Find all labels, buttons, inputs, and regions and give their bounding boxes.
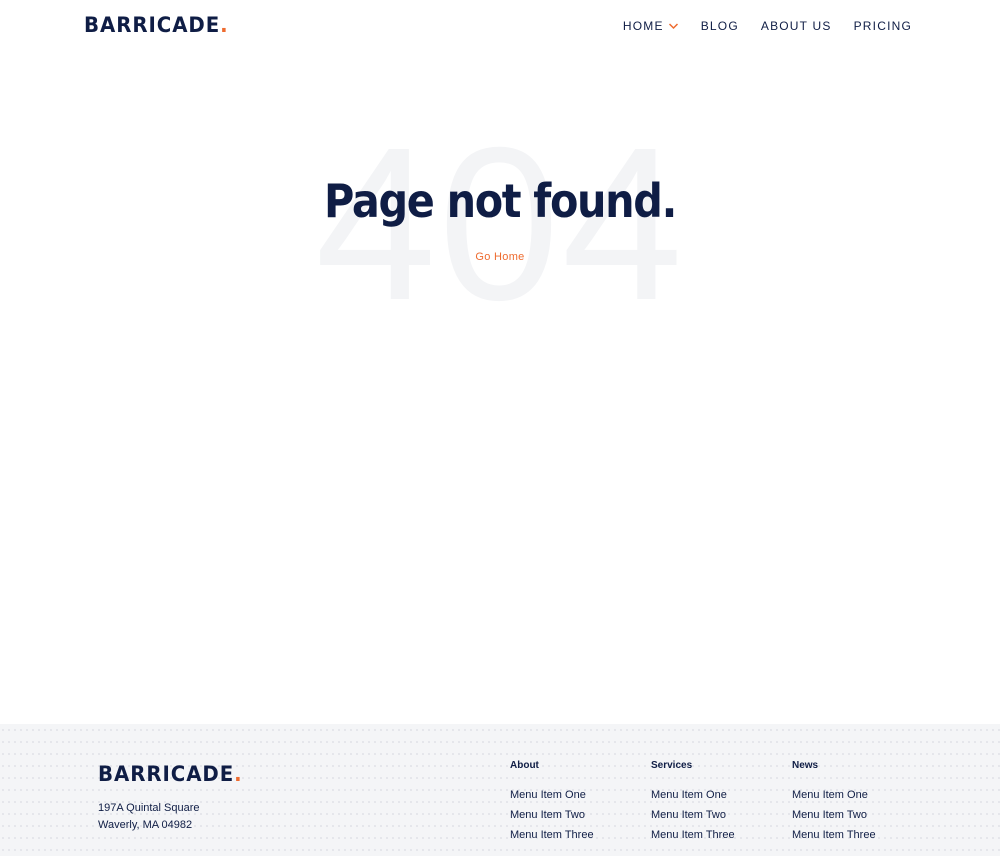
- footer-column-news: News Menu Item One Menu Item Two Menu It…: [792, 760, 876, 845]
- footer-menu-item[interactable]: Menu Item One: [651, 785, 735, 805]
- nav-item-about-us[interactable]: ABOUT US: [761, 19, 832, 33]
- nav-item-blog[interactable]: BLOG: [701, 19, 739, 33]
- nav-item-home[interactable]: HOME: [623, 19, 679, 33]
- site-footer: BARRICADE. 197A Quintal Square Waverly, …: [0, 724, 1000, 856]
- chevron-down-icon: [668, 23, 678, 30]
- logo-text: BARRICADE: [84, 13, 221, 37]
- footer-menu: Menu Item One Menu Item Two Menu Item Th…: [651, 785, 735, 845]
- page-title: Page not found.: [324, 174, 677, 228]
- main-nav: HOME BLOG ABOUT US PRICING: [623, 19, 912, 33]
- nav-item-label: ABOUT US: [760, 19, 832, 33]
- nav-item-label: HOME: [622, 19, 664, 33]
- footer-logo[interactable]: BARRICADE.: [98, 762, 243, 786]
- logo-dot: .: [220, 13, 229, 37]
- not-found-section: 404 Page not found. Go Home: [0, 116, 1000, 334]
- footer-address: 197A Quintal Square Waverly, MA 04982: [98, 800, 200, 834]
- footer-column-heading: About: [510, 760, 539, 771]
- footer-menu: Menu Item One Menu Item Two Menu Item Th…: [792, 785, 876, 845]
- go-home-link[interactable]: Go Home: [475, 251, 524, 263]
- nav-item-label: PRICING: [853, 19, 912, 33]
- footer-menu-item[interactable]: Menu Item Three: [651, 825, 735, 845]
- footer-menu-item[interactable]: Menu Item Three: [792, 825, 876, 845]
- footer-menu-item[interactable]: Menu Item One: [792, 785, 876, 805]
- footer-menu-item[interactable]: Menu Item Two: [792, 805, 876, 825]
- go-home-row: Go Home: [0, 251, 1000, 263]
- footer-column-heading: News: [792, 760, 819, 771]
- logo-text: BARRICADE: [98, 762, 235, 786]
- footer-menu-item[interactable]: Menu Item Three: [510, 825, 594, 845]
- footer-menu-item[interactable]: Menu Item Two: [510, 805, 594, 825]
- footer-column-about: About Menu Item One Menu Item Two Menu I…: [510, 760, 594, 845]
- footer-menu-item[interactable]: Menu Item Two: [651, 805, 735, 825]
- footer-menu-item[interactable]: Menu Item One: [510, 785, 594, 805]
- footer-column-services: Services Menu Item One Menu Item Two Men…: [651, 760, 735, 845]
- nav-item-label: BLOG: [700, 19, 739, 33]
- footer-menu: Menu Item One Menu Item Two Menu Item Th…: [510, 785, 594, 845]
- site-logo[interactable]: BARRICADE.: [84, 13, 229, 37]
- address-line-1: 197A Quintal Square: [98, 802, 200, 814]
- address-line-2: Waverly, MA 04982: [98, 819, 193, 831]
- site-header: BARRICADE. HOME BLOG ABOUT US PRICING: [0, 0, 1000, 56]
- footer-column-heading: Services: [651, 760, 693, 771]
- nav-item-pricing[interactable]: PRICING: [854, 19, 912, 33]
- logo-dot: .: [234, 762, 243, 786]
